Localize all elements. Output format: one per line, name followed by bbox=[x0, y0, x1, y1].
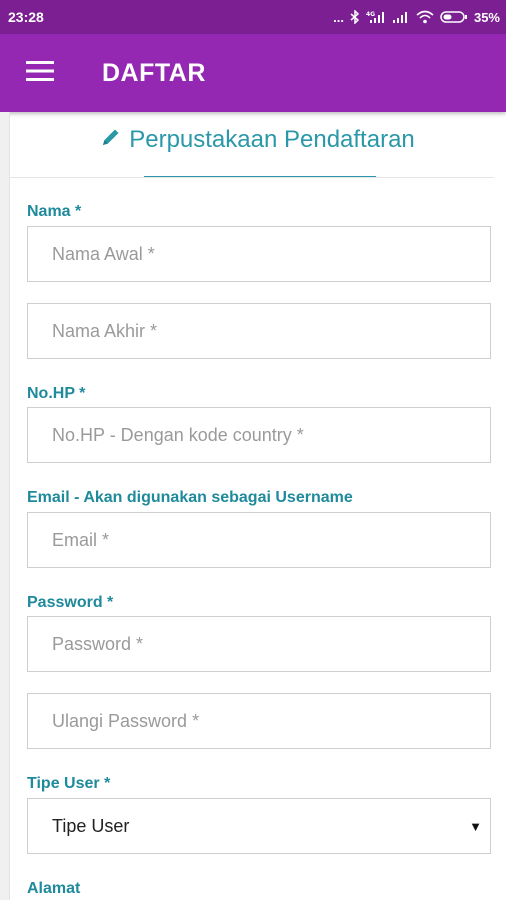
page-title: DAFTAR bbox=[102, 58, 206, 87]
password-field[interactable]: Password * bbox=[27, 616, 491, 672]
address-label: Alamat bbox=[27, 880, 81, 897]
signal-icon bbox=[392, 10, 410, 24]
user-type-value: Tipe User bbox=[52, 815, 130, 836]
form-title-text: Perpustakaan Pendaftaran bbox=[129, 126, 415, 153]
registration-form: Perpustakaan Pendaftaran Nama * Nama Awa… bbox=[10, 112, 506, 900]
email-field[interactable]: Email * bbox=[27, 512, 491, 568]
password-repeat-field[interactable]: Ulangi Password * bbox=[27, 693, 491, 749]
email-label: Email - Akan digunakan sebagai Username bbox=[27, 489, 353, 506]
menu-button[interactable] bbox=[0, 34, 80, 112]
status-time: 23:28 bbox=[8, 9, 44, 25]
battery-icon bbox=[440, 10, 468, 24]
title-divider bbox=[10, 177, 494, 178]
user-type-label: Tipe User * bbox=[27, 775, 111, 792]
left-rail bbox=[0, 112, 10, 900]
wifi-icon bbox=[416, 10, 434, 24]
last-name-field[interactable]: Nama Akhir * bbox=[27, 303, 491, 359]
status-icons: ... 4G 35% bbox=[333, 10, 500, 25]
status-bar: 23:28 ... 4G 35% bbox=[0, 0, 506, 34]
name-label: Nama * bbox=[27, 203, 82, 220]
battery-percent: 35% bbox=[473, 9, 500, 25]
phone-field[interactable]: No.HP - Dengan kode country * bbox=[27, 407, 491, 463]
first-name-field[interactable]: Nama Awal * bbox=[27, 226, 491, 282]
chevron-down-icon: ▼ bbox=[469, 818, 482, 834]
bluetooth-icon bbox=[350, 10, 360, 24]
pencil-icon bbox=[101, 126, 121, 154]
form-title: Perpustakaan Pendaftaran bbox=[10, 126, 506, 154]
phone-label: No.HP * bbox=[27, 385, 86, 402]
network-label: 4G bbox=[366, 11, 375, 18]
user-type-select[interactable]: Tipe User ▼ bbox=[27, 798, 491, 854]
status-dots: ... bbox=[333, 9, 344, 25]
password-label: Password * bbox=[27, 594, 114, 611]
app-bar: DAFTAR bbox=[0, 34, 506, 112]
hamburger-menu-icon bbox=[26, 60, 54, 86]
signal-icon: 4G bbox=[366, 10, 386, 24]
